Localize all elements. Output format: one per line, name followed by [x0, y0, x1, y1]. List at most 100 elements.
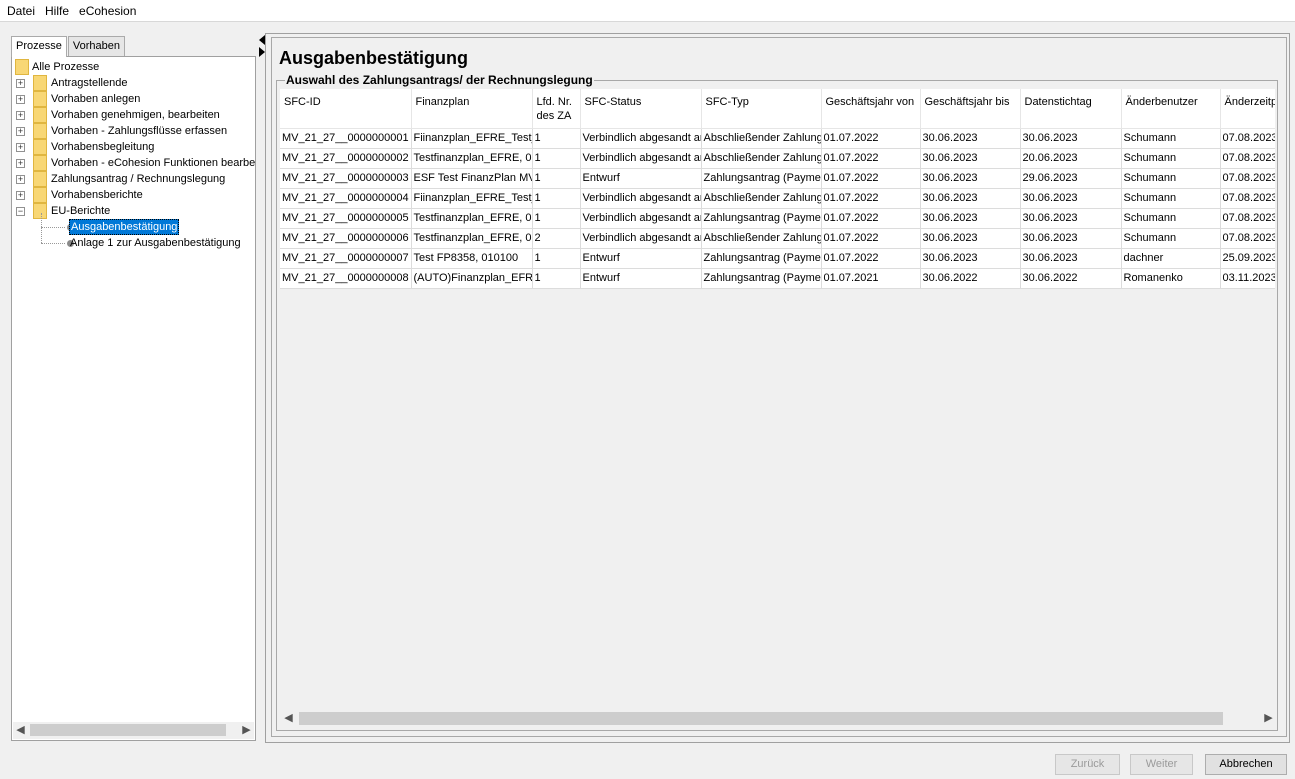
tree-item-label: Vorhaben - Zahlungsflüsse erfassen [51, 125, 228, 137]
back-button[interactable]: Zurück [1055, 754, 1120, 775]
tree-connector [41, 243, 65, 244]
column-header[interactable]: SFC-Status [580, 89, 702, 129]
table-row[interactable]: MV_21_27__0000000005 Testfinanzplan_EFRE,… [280, 208, 1275, 229]
expand-icon[interactable]: + [16, 175, 25, 184]
expand-icon[interactable]: + [16, 159, 25, 168]
table-cell: Entwurf [580, 248, 702, 269]
column-header[interactable]: SFC-ID [280, 89, 412, 129]
tab-vorhaben[interactable]: Vorhaben [67, 36, 125, 56]
table-cell: (AUTO)Finanzplan_EFRE [411, 268, 533, 289]
tree-root-label: Alle Prozesse [32, 61, 100, 73]
table-cell: Fiinanzplan_EFRE_Test_ [411, 188, 533, 209]
table-cell: Abschließender Zahlungs [701, 188, 822, 209]
table-row[interactable]: MV_21_27__0000000003 ESF Test FinanzPlan … [280, 168, 1275, 189]
table-cell: 30.06.2022 [1020, 268, 1122, 289]
scroll-thumb[interactable] [30, 724, 226, 736]
tree-item-label: Ausgabenbestätigung [69, 219, 180, 235]
tree-item-vorhabensberichte[interactable]: + Vorhabensberichte [12, 187, 255, 203]
table-cell: Entwurf [580, 268, 702, 289]
table-cell: Schumann [1121, 228, 1221, 249]
table-row[interactable]: MV_21_27__0000000008 (AUTO)Finanzplan_EFR… [280, 268, 1275, 289]
table-row[interactable]: MV_21_27__0000000006 Testfinanzplan_EFRE,… [280, 228, 1275, 249]
tree-horizontal-scrollbar[interactable]: ◀ ▶ [13, 722, 254, 739]
table-cell: 25.09.2023 [1220, 248, 1275, 269]
tree-item-ecohesion-funktionen[interactable]: + Vorhaben - eCohesion Funktionen bearbe… [12, 155, 255, 171]
expand-icon[interactable]: + [16, 127, 25, 136]
table-cell: 1 [532, 128, 581, 149]
table-cell: Schumann [1121, 168, 1221, 189]
table-row[interactable]: MV_21_27__0000000004 Fiinanzplan_EFRE_Tes… [280, 188, 1275, 209]
table-cell: 01.07.2021 [821, 268, 921, 289]
tree-item-antragstellende[interactable]: + Antragstellende [12, 75, 255, 91]
table-cell: Verbindlich abgesandt an [580, 228, 702, 249]
table-cell: MV_21_27__0000000005 [280, 208, 412, 229]
tree-item-eu-berichte[interactable]: − EU-Berichte [12, 203, 255, 219]
tree-item-zahlungsfluesse[interactable]: + Vorhaben - Zahlungsflüsse erfassen [12, 123, 255, 139]
scroll-left-icon[interactable]: ◀ [13, 723, 28, 738]
folder-icon [33, 75, 47, 91]
column-header[interactable]: Änderzeitp [1220, 89, 1275, 129]
tree-item-vorhaben-genehmigen[interactable]: + Vorhaben genehmigen, bearbeiten [12, 107, 255, 123]
expand-icon[interactable]: + [16, 95, 25, 104]
tree-item-anlage-1[interactable]: Anlage 1 zur Ausgabenbestätigung [12, 227, 255, 251]
scroll-left-icon[interactable]: ◀ [281, 711, 296, 726]
table-cell: 01.07.2022 [821, 128, 921, 149]
payment-request-table-area: SFC-ID Finanzplan Lfd. Nr. des ZA SFC-St… [280, 89, 1275, 709]
expand-icon[interactable]: + [16, 143, 25, 152]
table-cell: 1 [532, 248, 581, 269]
column-header[interactable]: Geschäftsjahr bis [920, 89, 1021, 129]
table-cell: MV_21_27__0000000008 [280, 268, 412, 289]
folder-icon [33, 107, 47, 123]
expand-icon[interactable]: + [16, 191, 25, 200]
table-cell: 07.08.2023 [1220, 208, 1275, 229]
table-cell: ESF Test FinanzPlan MV_ [411, 168, 533, 189]
next-button[interactable]: Weiter [1130, 754, 1193, 775]
process-tree: Alle Prozesse + Antragstellende + Vorhab… [12, 59, 255, 251]
table-cell: Verbindlich abgesandt an [580, 208, 702, 229]
column-header[interactable]: SFC-Typ [701, 89, 822, 129]
table-cell: Zahlungsantrag (Paymen [701, 268, 822, 289]
table-cell: Test FP8358, 010100 [411, 248, 533, 269]
expand-icon[interactable]: + [16, 111, 25, 120]
column-header[interactable]: Änderbenutzer [1121, 89, 1221, 129]
table-horizontal-scrollbar[interactable]: ◀ ▶ [281, 710, 1276, 727]
menu-hilfe[interactable]: Hilfe [40, 4, 74, 18]
table-row[interactable]: MV_21_27__0000000001 Fiinanzplan_EFRE_Tes… [280, 128, 1275, 149]
table-cell: Schumann [1121, 128, 1221, 149]
collapse-icon[interactable]: − [16, 207, 25, 216]
table-cell: 30.06.2023 [920, 208, 1021, 229]
expand-icon[interactable]: + [16, 79, 25, 88]
folder-open-icon [33, 203, 47, 219]
table-cell: 29.06.2023 [1020, 168, 1122, 189]
table-cell: MV_21_27__0000000007 [280, 248, 412, 269]
menu-ecohesion[interactable]: eCohesion [74, 4, 141, 18]
cancel-button[interactable]: Abbrechen [1205, 754, 1287, 775]
column-header[interactable]: Datenstichtag [1020, 89, 1122, 129]
tab-prozesse[interactable]: Prozesse [11, 36, 67, 57]
table-cell: 01.07.2022 [821, 248, 921, 269]
tree-item-label: Anlage 1 zur Ausgabenbestätigung [70, 237, 241, 249]
table-row[interactable]: MV_21_27__0000000007 Test FP8358, 010100 1… [280, 248, 1275, 269]
scroll-right-icon[interactable]: ▶ [1261, 711, 1276, 726]
tree-root[interactable]: Alle Prozesse [12, 59, 255, 75]
menu-datei[interactable]: Datei [2, 4, 40, 18]
page-title: Ausgabenbestätigung [279, 48, 469, 68]
table-cell: Fiinanzplan_EFRE_Test_ [411, 128, 533, 149]
tree-item-zahlungsantrag[interactable]: + Zahlungsantrag / Rechnungslegung [12, 171, 255, 187]
tree-item-label: Vorhaben genehmigen, bearbeiten [51, 109, 220, 121]
table-cell: 30.06.2023 [920, 188, 1021, 209]
table-cell: 01.07.2022 [821, 188, 921, 209]
column-header[interactable]: Finanzplan [411, 89, 533, 129]
scroll-right-icon[interactable]: ▶ [239, 723, 254, 738]
column-header[interactable]: Geschäftsjahr von [821, 89, 921, 129]
tree-item-vorhabensbegleitung[interactable]: + Vorhabensbegleitung [12, 139, 255, 155]
tree-item-ausgabenbestaetigung[interactable]: Ausgabenbestätigung [12, 213, 255, 235]
table-cell: MV_21_27__0000000006 [280, 228, 412, 249]
column-header[interactable]: Lfd. Nr. des ZA [532, 89, 581, 129]
tree-item-vorhaben-anlegen[interactable]: + Vorhaben anlegen [12, 91, 255, 107]
table-cell: MV_21_27__0000000002 [280, 148, 412, 169]
table-cell: 20.06.2023 [1020, 148, 1122, 169]
table-row[interactable]: MV_21_27__0000000002 Testfinanzplan_EFRE,… [280, 148, 1275, 169]
table-cell: 03.11.2023 [1220, 268, 1275, 289]
scroll-thumb[interactable] [299, 712, 1223, 725]
